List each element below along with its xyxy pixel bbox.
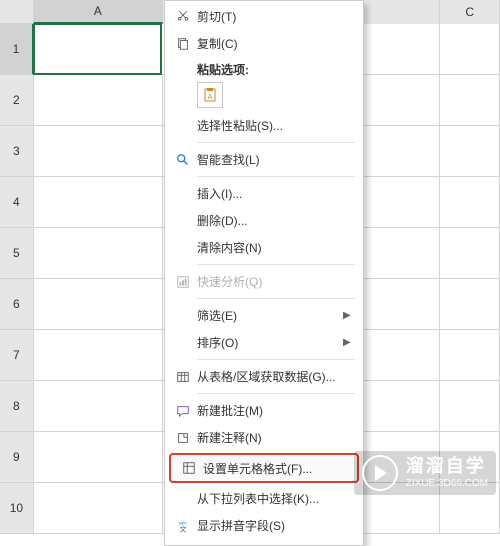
comment-icon	[171, 404, 195, 418]
menu-sort-label: 排序(O)	[195, 334, 343, 351]
menu-delete[interactable]: 删除(D)...	[165, 207, 363, 234]
paste-options-row: A	[165, 80, 363, 112]
row-header-6[interactable]: 6	[0, 279, 34, 329]
menu-smart-lookup-label: 智能查找(L)	[195, 151, 355, 168]
row-header-7[interactable]: 7	[0, 330, 34, 380]
row-header-1[interactable]: 1	[0, 24, 34, 74]
table-icon	[171, 370, 195, 384]
note-icon	[171, 431, 195, 445]
menu-dropdown-select[interactable]: 从下拉列表中选择(K)...	[165, 485, 363, 512]
menu-format-cells-label: 设置单元格格式(F)...	[201, 460, 349, 477]
svg-text:A: A	[208, 94, 213, 101]
watermark-url: ZIXUE.3D66.COM	[406, 478, 488, 490]
chevron-right-icon: ▶	[343, 337, 355, 348]
col-header-A[interactable]: A	[34, 0, 163, 24]
menu-smart-lookup[interactable]: 智能查找(L)	[165, 146, 363, 173]
cut-icon	[171, 10, 195, 24]
menu-paste-special[interactable]: 选择性粘贴(S)...	[165, 112, 363, 139]
menu-sort[interactable]: 排序(O) ▶	[165, 329, 363, 356]
context-menu: 剪切(T) 复制(C) 粘贴选项: A 选择性粘贴(S)... 智能查找(L) …	[164, 0, 364, 546]
menu-insert-label: 插入(I)...	[195, 185, 355, 202]
row-header-9[interactable]: 9	[0, 432, 34, 482]
menu-quick-analysis: 快速分析(Q)	[165, 268, 363, 295]
menu-paste-special-label: 选择性粘贴(S)...	[195, 117, 355, 134]
select-all-corner[interactable]	[0, 0, 34, 23]
menu-dropdown-select-label: 从下拉列表中选择(K)...	[195, 490, 355, 507]
row-header-10[interactable]: 10	[0, 483, 34, 533]
menu-new-comment[interactable]: 新建批注(M)	[165, 397, 363, 424]
svg-text:wén: wén	[179, 520, 188, 525]
play-icon	[362, 455, 398, 491]
menu-get-table-data[interactable]: 从表格/区域获取数据(G)...	[165, 363, 363, 390]
cell-A1[interactable]	[33, 23, 162, 75]
menu-cut[interactable]: 剪切(T)	[165, 3, 363, 30]
chevron-right-icon: ▶	[343, 310, 355, 321]
menu-delete-label: 删除(D)...	[195, 212, 355, 229]
menu-phonetic-label: 显示拼音字段(S)	[195, 517, 355, 534]
menu-cut-label: 剪切(T)	[195, 8, 355, 25]
menu-get-table-label: 从表格/区域获取数据(G)...	[195, 368, 355, 385]
menu-copy-label: 复制(C)	[195, 35, 355, 52]
menu-clear-label: 清除内容(N)	[195, 239, 355, 256]
menu-new-comment-label: 新建批注(M)	[195, 402, 355, 419]
quick-analysis-icon	[171, 275, 195, 289]
menu-new-note[interactable]: 新建注释(N)	[165, 424, 363, 451]
paste-option-default[interactable]: A	[197, 82, 223, 108]
search-icon	[171, 153, 195, 167]
menu-insert[interactable]: 插入(I)...	[165, 180, 363, 207]
menu-new-note-label: 新建注释(N)	[195, 429, 355, 446]
paste-options-title: 粘贴选项:	[165, 57, 363, 80]
copy-icon	[171, 37, 195, 51]
row-header-4[interactable]: 4	[0, 177, 34, 227]
menu-quick-analysis-label: 快速分析(Q)	[195, 273, 355, 290]
menu-filter-label: 筛选(E)	[195, 307, 343, 324]
menu-clear[interactable]: 清除内容(N)	[165, 234, 363, 261]
menu-separator	[197, 142, 355, 143]
menu-filter[interactable]: 筛选(E) ▶	[165, 302, 363, 329]
watermark-title: 溜溜自学	[406, 456, 488, 478]
format-cells-icon	[177, 461, 201, 475]
col-header-C[interactable]: C	[440, 0, 500, 24]
phonetic-icon: wén文	[171, 519, 195, 533]
row-header-2[interactable]: 2	[0, 75, 34, 125]
row-header-3[interactable]: 3	[0, 126, 34, 176]
clipboard-icon: A	[202, 87, 218, 103]
row-header-8[interactable]: 8	[0, 381, 34, 431]
svg-text:文: 文	[180, 524, 187, 533]
menu-copy[interactable]: 复制(C)	[165, 30, 363, 57]
row-header-5[interactable]: 5	[0, 228, 34, 278]
menu-format-cells[interactable]: 设置单元格格式(F)...	[169, 453, 359, 483]
watermark: 溜溜自学 ZIXUE.3D66.COM	[354, 451, 496, 495]
cell-C1[interactable]	[440, 24, 500, 74]
